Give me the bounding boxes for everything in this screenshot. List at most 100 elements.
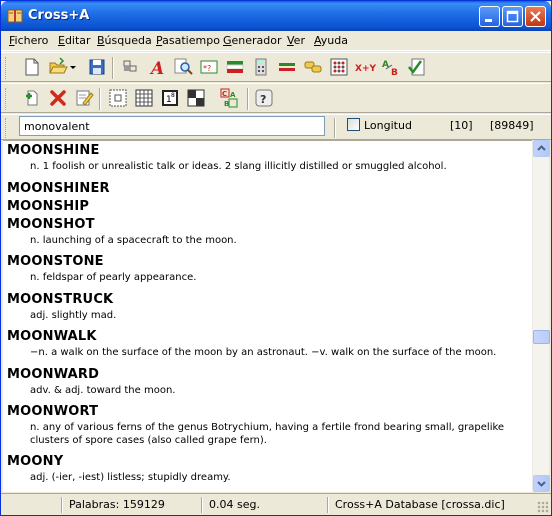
close-button[interactable]	[525, 6, 546, 27]
minimize-icon	[485, 19, 492, 22]
ab-button[interactable]: AB	[380, 56, 402, 78]
resize-grip[interactable]	[537, 501, 549, 513]
entry-word[interactable]: MOONSTRUCK	[3, 291, 532, 309]
open-button[interactable]	[47, 56, 69, 78]
equals-button[interactable]	[276, 56, 298, 78]
xy-button[interactable]: X+Y	[354, 56, 376, 78]
wildcard-icon: *?	[200, 60, 218, 74]
chain-icon	[304, 61, 322, 73]
grid-dots-button[interactable]	[107, 87, 129, 109]
count-value: [89849]	[490, 119, 534, 132]
xy-icon: X+Y	[355, 64, 376, 74]
entry-definition: adj. slightly mad.	[30, 309, 117, 321]
longitud-label[interactable]: Longitud	[364, 119, 412, 132]
svg-text:X+Y: X+Y	[355, 64, 376, 74]
entry-word[interactable]: MOONSHINER	[3, 180, 532, 198]
status-bar: Palabras: 159129 0.04 seg. Cross+A Datab…	[1, 493, 551, 515]
longitud-checkbox[interactable]	[347, 118, 360, 131]
toolbar-grip[interactable]	[5, 88, 8, 110]
checklist-icon	[408, 58, 425, 76]
save-button[interactable]	[86, 56, 108, 78]
font-button[interactable]: A	[146, 56, 168, 79]
svg-text:B: B	[391, 68, 398, 78]
dictionary-list[interactable]: MOONSHINE n. 1 foolish or unrealistic tal…	[3, 140, 532, 492]
toolbar-separator	[112, 57, 114, 79]
dice-grid-icon	[330, 58, 348, 76]
svg-text:C: C	[222, 90, 227, 98]
status-time: 0.04 seg.	[209, 498, 260, 511]
status-database: Cross+A Database [crossa.dic]	[335, 498, 505, 511]
numbered-grid-icon: 18	[162, 90, 178, 106]
status-divider	[327, 497, 329, 513]
entry-definition: n. feldspar of pearly appearance.	[30, 272, 197, 283]
entry-word[interactable]: MOONY	[3, 453, 532, 471]
grid-dots-icon	[109, 89, 127, 107]
entries-container: MOONSHINE n. 1 foolish or unrealistic tal…	[3, 141, 532, 485]
add-icon	[26, 90, 38, 106]
chain-button[interactable]	[302, 56, 324, 78]
edit-icon	[76, 90, 94, 106]
menu-busqueda[interactable]: Búsqueda	[97, 34, 152, 47]
svg-text:A: A	[149, 59, 164, 78]
entry-word[interactable]: MOONWARD	[3, 366, 532, 384]
numbered-grid-button[interactable]: 18	[159, 87, 181, 109]
grid-lines-icon	[135, 89, 153, 107]
abc-button[interactable]: CAB	[219, 87, 241, 109]
toolbar-separator	[247, 88, 249, 110]
search-input[interactable]	[19, 116, 325, 136]
entry-word[interactable]: MOONSTONE	[3, 253, 532, 271]
toolbar-separator	[99, 88, 101, 110]
vertical-scrollbar[interactable]	[532, 140, 550, 492]
maximize-button[interactable]	[502, 6, 523, 27]
wildcard-button[interactable]: *?	[198, 56, 220, 78]
help-icon: ?	[255, 89, 273, 107]
delete-button[interactable]	[47, 87, 69, 109]
equals-icon	[279, 63, 295, 71]
chevron-up-icon	[537, 145, 546, 151]
edit-button[interactable]	[73, 87, 95, 109]
toolbar-grip[interactable]	[5, 57, 8, 79]
entry-definition: n. any of various ferns of the genus Bot…	[30, 422, 505, 446]
menu-ayuda[interactable]: Ayuda	[314, 34, 348, 47]
checker-icon	[187, 89, 205, 107]
calculator-button[interactable]	[250, 56, 272, 78]
scroll-down-button[interactable]	[533, 475, 550, 492]
checklist-button[interactable]	[406, 56, 428, 78]
scroll-up-button[interactable]	[533, 140, 550, 157]
entry-word[interactable]: MOONWALK	[3, 328, 532, 346]
toolbar-grip[interactable]	[5, 118, 8, 138]
menu-ver[interactable]: Ver	[287, 34, 305, 47]
entry-word[interactable]: MOONSHIP	[3, 198, 532, 216]
help-button[interactable]: ?	[253, 87, 275, 109]
entry-word[interactable]: MOONSHINE	[3, 142, 532, 160]
app-book-icon	[7, 9, 23, 23]
entry-definition: adj. (-ier, -iest) listless; stupidly dr…	[30, 472, 231, 483]
app-window: Cross+A Fichero Editar Búsqueda Pasatiem…	[0, 0, 552, 516]
grid-lines-button[interactable]	[133, 87, 155, 109]
find-button[interactable]	[172, 56, 194, 78]
font-a-icon: A	[149, 59, 164, 79]
close-icon	[530, 11, 541, 22]
checker-button[interactable]	[185, 87, 207, 109]
menu-editar[interactable]: Editar	[58, 34, 91, 47]
dropdown-icon	[70, 66, 76, 69]
entry-word[interactable]: MOONWORT	[3, 403, 532, 421]
entry-word[interactable]: MOONSHOT	[3, 216, 532, 234]
add-button[interactable]	[21, 87, 43, 109]
open-dropdown-button[interactable]	[67, 56, 79, 78]
scroll-thumb[interactable]	[533, 330, 550, 344]
minimize-button[interactable]	[479, 6, 500, 27]
main-toolbar: A *? X+Y AB	[1, 52, 551, 82]
menu-generador[interactable]: Generador	[223, 34, 282, 47]
flag-button[interactable]	[224, 56, 246, 78]
new-button[interactable]	[21, 56, 43, 78]
grid-button[interactable]	[120, 56, 142, 78]
dice-grid-button[interactable]	[328, 56, 350, 78]
status-word-count: Palabras: 159129	[69, 498, 165, 511]
maximize-icon	[506, 10, 519, 23]
title-bar[interactable]: Cross+A	[1, 1, 551, 31]
menu-pasatiempo[interactable]: Pasatiempo	[156, 34, 220, 47]
abc-icon: C AB	[220, 88, 238, 108]
menu-fichero[interactable]: Fichero	[9, 34, 48, 47]
svg-text:?: ?	[260, 93, 266, 106]
